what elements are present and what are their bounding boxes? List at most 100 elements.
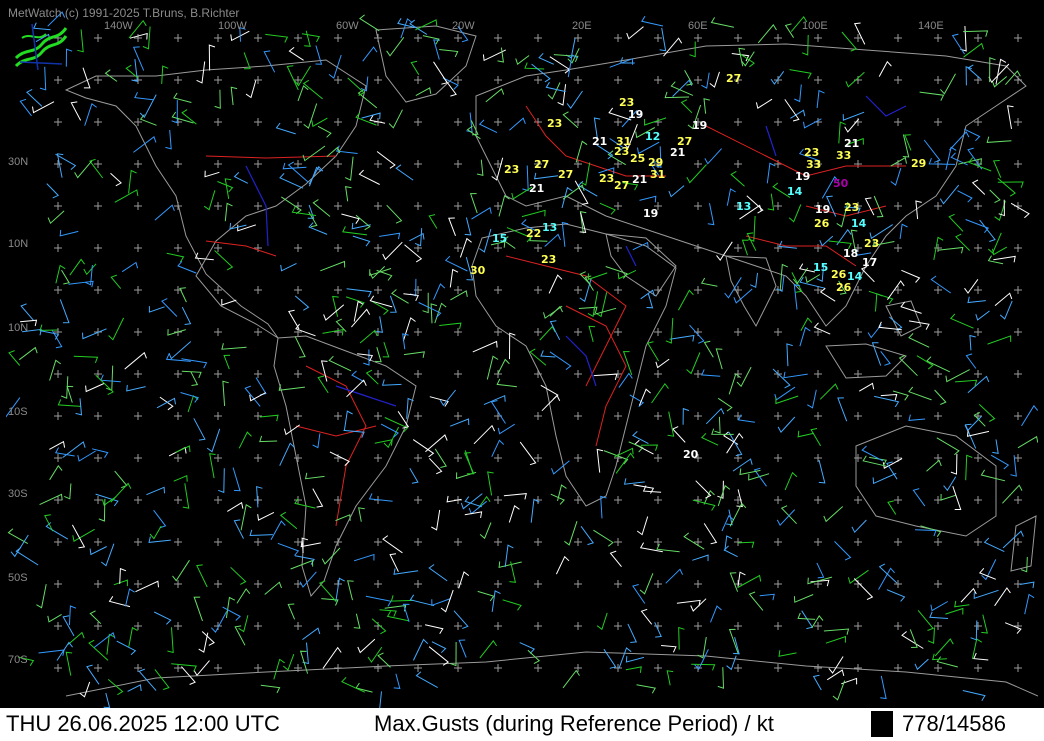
wind-barb bbox=[409, 467, 419, 484]
wind-barb bbox=[320, 260, 346, 272]
graticule-cross bbox=[94, 454, 102, 462]
wind-barb bbox=[665, 317, 674, 344]
wind-barb bbox=[290, 559, 314, 570]
wind-barb bbox=[47, 613, 62, 623]
wind-barb bbox=[646, 293, 654, 309]
graticule-cross bbox=[614, 286, 622, 294]
wind-barb bbox=[204, 170, 220, 178]
wind-barb bbox=[1002, 530, 1024, 549]
wind-barb bbox=[967, 375, 990, 394]
wind-barb bbox=[717, 484, 731, 507]
graticule-cross bbox=[974, 496, 982, 504]
wind-barb bbox=[479, 522, 492, 540]
wind-barb bbox=[710, 605, 722, 623]
wind-barb bbox=[65, 651, 73, 676]
graticule-cross bbox=[374, 202, 382, 210]
graticule-cross bbox=[574, 328, 582, 336]
wind-barb bbox=[793, 283, 801, 310]
wind-barb bbox=[415, 19, 438, 31]
river bbox=[335, 385, 397, 407]
wind-barb bbox=[391, 289, 409, 304]
wind-barb bbox=[697, 636, 707, 659]
graticule-cross bbox=[414, 370, 422, 378]
wind-barb bbox=[238, 615, 249, 633]
wind-barb bbox=[177, 260, 197, 274]
graticule-cross bbox=[694, 412, 702, 420]
lon-label: 60E bbox=[688, 20, 708, 32]
graticule-cross bbox=[54, 202, 62, 210]
graticule-cross bbox=[134, 202, 142, 210]
graticule-cross bbox=[454, 76, 462, 84]
graticule-cross bbox=[574, 580, 582, 588]
wind-barb bbox=[49, 464, 63, 481]
graticule-cross bbox=[1014, 160, 1022, 168]
wind-barb bbox=[957, 190, 973, 203]
wind-barb bbox=[311, 117, 328, 128]
status-bar: THU 26.06.2025 12:00 UTC Max.Gusts (duri… bbox=[0, 708, 1044, 741]
graticule-cross bbox=[214, 160, 222, 168]
wind-barb bbox=[627, 623, 638, 643]
wind-barb bbox=[914, 658, 929, 671]
wind-barb bbox=[503, 493, 527, 500]
wind-barb bbox=[255, 377, 267, 396]
wind-barb bbox=[786, 343, 793, 367]
graticule-cross bbox=[734, 538, 742, 546]
wind-barb bbox=[651, 382, 669, 404]
graticule-cross bbox=[454, 244, 462, 252]
wind-barb bbox=[778, 650, 797, 657]
wind-barb bbox=[853, 22, 866, 45]
wind-barb bbox=[973, 652, 989, 661]
wind-barb bbox=[473, 424, 496, 445]
graticule-cross bbox=[334, 160, 342, 168]
wind-barb bbox=[449, 268, 459, 288]
wind-barb bbox=[825, 635, 847, 644]
graticule-cross bbox=[54, 664, 62, 672]
wind-barb bbox=[466, 112, 473, 133]
graticule-cross bbox=[374, 76, 382, 84]
wind-barb bbox=[600, 495, 607, 519]
wind-barb bbox=[131, 59, 138, 82]
graticule-cross bbox=[974, 118, 982, 126]
wind-barb bbox=[777, 416, 796, 433]
wind-barb bbox=[69, 258, 86, 276]
wind-barb bbox=[108, 317, 125, 341]
wind-barb bbox=[873, 195, 884, 218]
graticule-cross bbox=[494, 454, 502, 462]
graticule-cross bbox=[214, 118, 222, 126]
wind-barb bbox=[547, 82, 561, 100]
wind-barb bbox=[979, 219, 996, 242]
wind-barb bbox=[434, 448, 447, 468]
graticule-cross bbox=[54, 286, 62, 294]
wind-barb bbox=[312, 488, 324, 508]
graticule-cross bbox=[94, 244, 102, 252]
wind-barb bbox=[302, 145, 326, 162]
wind-barb bbox=[386, 204, 403, 224]
wind-barb bbox=[703, 523, 718, 545]
graticule-cross bbox=[734, 160, 742, 168]
graticule-cross bbox=[894, 244, 902, 252]
wind-barb bbox=[279, 511, 298, 530]
graticule-cross bbox=[934, 580, 942, 588]
wind-barb bbox=[301, 33, 321, 43]
wind-barb bbox=[646, 341, 660, 362]
graticule-cross bbox=[774, 664, 782, 672]
wind-barb bbox=[312, 433, 321, 449]
wind-barb bbox=[707, 203, 715, 226]
wind-barb bbox=[966, 430, 990, 437]
wind-barb bbox=[805, 274, 821, 284]
graticule-cross bbox=[534, 580, 542, 588]
wind-barb bbox=[963, 128, 981, 142]
gust-value: 31 bbox=[650, 168, 666, 181]
gust-value: 21 bbox=[670, 146, 686, 159]
lon-label: 60W bbox=[336, 20, 359, 32]
wind-barb bbox=[79, 681, 91, 698]
weather-map[interactable] bbox=[6, 6, 1038, 708]
wind-barb bbox=[224, 178, 232, 199]
wind-barb bbox=[990, 454, 1010, 470]
wind-barb bbox=[623, 478, 645, 485]
wind-barb bbox=[68, 605, 77, 626]
graticule-cross bbox=[374, 370, 382, 378]
graticule-cross bbox=[774, 160, 782, 168]
wind-barb bbox=[415, 671, 438, 689]
wind-barb bbox=[567, 54, 578, 78]
